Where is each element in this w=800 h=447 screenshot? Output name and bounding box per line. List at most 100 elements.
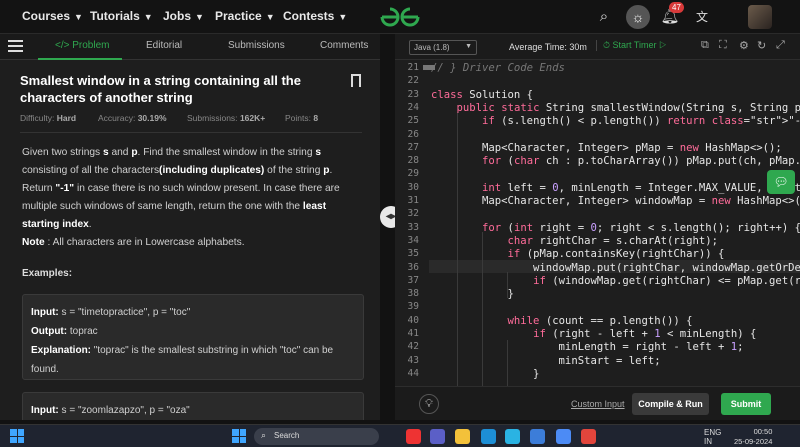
chevron-down-icon: ▼ (74, 12, 83, 22)
translate-icon[interactable]: 文 (692, 7, 712, 27)
average-time: Average Time: 30m (509, 42, 587, 52)
line-number: 44 (407, 367, 419, 379)
search-icon: ⌕ (261, 430, 267, 440)
line-number: 35 (407, 248, 419, 260)
nav-jobs[interactable]: Jobs ▼ (163, 9, 204, 23)
chevron-down-icon: ▼ (465, 43, 472, 50)
line-number: 30 (407, 181, 419, 193)
submissions-count: Submissions: 162K+ (187, 113, 266, 123)
edge-icon[interactable] (481, 429, 496, 444)
play-icon: ▷ (659, 40, 667, 50)
line-number: 42 (407, 341, 419, 353)
gfg-logo-icon[interactable] (378, 4, 422, 30)
line-number: 24 (407, 101, 419, 113)
language-select[interactable]: Java (1.8) ▼ (409, 40, 477, 55)
windows-start-icon[interactable] (10, 429, 24, 443)
expand-icon[interactable]: ⤢ (776, 39, 785, 52)
tab-problem[interactable]: </> Problem (55, 40, 109, 51)
code-line: } (431, 367, 540, 380)
code-line: if (windowMap.get(rightChar) <= pMap.get… (533, 274, 800, 287)
code-line: windowMap.put(rightChar, windowMap.getOr… (533, 261, 800, 274)
language-indicator[interactable]: ENG IN (704, 428, 721, 446)
fullscreen-icon[interactable]: ⛶ (719, 39, 727, 52)
tab-comments[interactable]: Comments (320, 40, 368, 51)
nav-courses[interactable]: Courses ▼ (22, 9, 83, 23)
app-icon[interactable] (581, 429, 596, 444)
tab-editorial[interactable]: Editorial (146, 40, 182, 51)
line-number: 31 (407, 195, 419, 206)
copy-icon[interactable]: ⧉ (701, 39, 709, 52)
line-number: 41 (407, 328, 419, 339)
line-number: 28 (407, 155, 419, 167)
problem-description: Given two strings s and p. Find the smal… (22, 147, 340, 230)
code-line: char rightChar = s.charAt(right); (507, 234, 719, 247)
chat-icon[interactable]: 💬︎ (767, 170, 795, 194)
line-number: 37 (407, 274, 419, 286)
youtube-icon[interactable] (406, 429, 421, 444)
clock[interactable]: 00:50 25-09-2024 (734, 427, 772, 447)
code-line: Map<Character, Integer> pMap = new HashM… (431, 141, 782, 154)
line-number: 32 (407, 208, 419, 220)
chrome-icon[interactable] (556, 429, 571, 444)
avatar[interactable] (748, 5, 772, 29)
menu-icon[interactable] (8, 40, 23, 52)
line-number: 33 (407, 221, 419, 233)
points: Points: 8 (285, 113, 319, 123)
line-number: 27 (407, 141, 419, 153)
tab-submissions[interactable]: Submissions (228, 40, 285, 51)
compile-run-button[interactable]: Compile & Run (632, 393, 709, 415)
notification-badge: 47 (669, 2, 684, 13)
start-menu-icon[interactable] (232, 429, 246, 443)
line-number: 38 (407, 288, 419, 300)
code-line: int left = 0, minLength = Integer.MAX_VA… (482, 181, 800, 194)
code-line: for (int right = 0; right < s.length(); … (482, 221, 800, 234)
folder-icon[interactable] (455, 429, 470, 444)
top-navbar: Courses ▼ Tutorials ▼ Jobs ▼ Practice ▼ Cont… (0, 0, 800, 34)
nav-tutorials[interactable]: Tutorials ▼ (90, 9, 153, 23)
example-box: Input: s = "zoomlazapzo", p = "oza" (22, 392, 364, 420)
code-line: // } Driver Code Ends (431, 62, 565, 74)
chevron-down-icon: ▼ (265, 12, 275, 22)
line-number: 34 (407, 234, 419, 246)
divider (20, 132, 362, 133)
line-number-gutter: 21 22 23 24 25 26 27 28 29 30 31 32 33 34 35 36 37 38 39 40… (395, 60, 421, 386)
nav-contests[interactable]: Contests ▼ (283, 9, 347, 23)
code-line: if (right - left + 1 < minLength) { (533, 328, 757, 340)
code-line: Map<Character, Integer> windowMap = new … (431, 195, 800, 207)
line-number: 39 (407, 301, 419, 313)
taskbar-search[interactable]: ⌕ Search (254, 428, 379, 445)
theme-toggle-icon[interactable]: ☼ (626, 5, 650, 29)
code-line: if (s.length() < p.length()) return clas… (482, 115, 800, 128)
line-number: 36 (407, 261, 419, 273)
app-icon[interactable] (505, 429, 520, 444)
timer-icon: ⏱ (603, 40, 611, 50)
code-line: } (431, 288, 514, 301)
line-number: 23 (407, 88, 419, 100)
custom-input-link[interactable]: Custom Input (571, 399, 625, 409)
nav-practice[interactable]: Practice ▼ (215, 9, 275, 23)
os-taskbar: ⌕ Search ENG IN 00:50 25-09-2024 (0, 424, 800, 447)
search-icon[interactable]: ⌕ (594, 7, 614, 27)
examples-heading: Examples: (22, 268, 73, 279)
code-editor[interactable]: 21 22 23 24 25 26 27 28 29 30 31 32 33 34 35 36 37 38 39 40… (395, 60, 800, 386)
lightbulb-icon[interactable]: 💡︎ (419, 394, 439, 414)
page-title: Smallest window in a string containing a… (20, 73, 301, 105)
problem-note: Note : All characters are in Lowercase a… (22, 237, 245, 248)
gear-icon[interactable]: ⚙ (739, 39, 749, 52)
reset-icon[interactable]: ↻ (757, 39, 766, 52)
submit-button[interactable]: Submit (721, 393, 771, 415)
chevron-down-icon: ▼ (338, 12, 348, 22)
line-number: 43 (407, 354, 419, 366)
difficulty: Difficulty: Hard (20, 113, 77, 123)
line-number: 40 (407, 314, 419, 326)
teams-icon[interactable] (430, 429, 445, 444)
editor-toolbar: Java (1.8) ▼ Average Time: 30m ⏱ Start Ti… (395, 34, 800, 60)
app-icon[interactable] (530, 429, 545, 444)
code-line: class Solution { (431, 88, 534, 101)
code-line: while (count == p.length()) { (507, 314, 693, 327)
code-line: minStart = left; (431, 354, 661, 367)
start-timer-button[interactable]: ⏱ Start Timer ▷ (596, 40, 666, 51)
bookmark-icon[interactable] (351, 74, 361, 87)
active-tab-indicator (38, 58, 122, 60)
problem-panel: </> Problem Editorial Submissions Commen… (0, 34, 380, 420)
